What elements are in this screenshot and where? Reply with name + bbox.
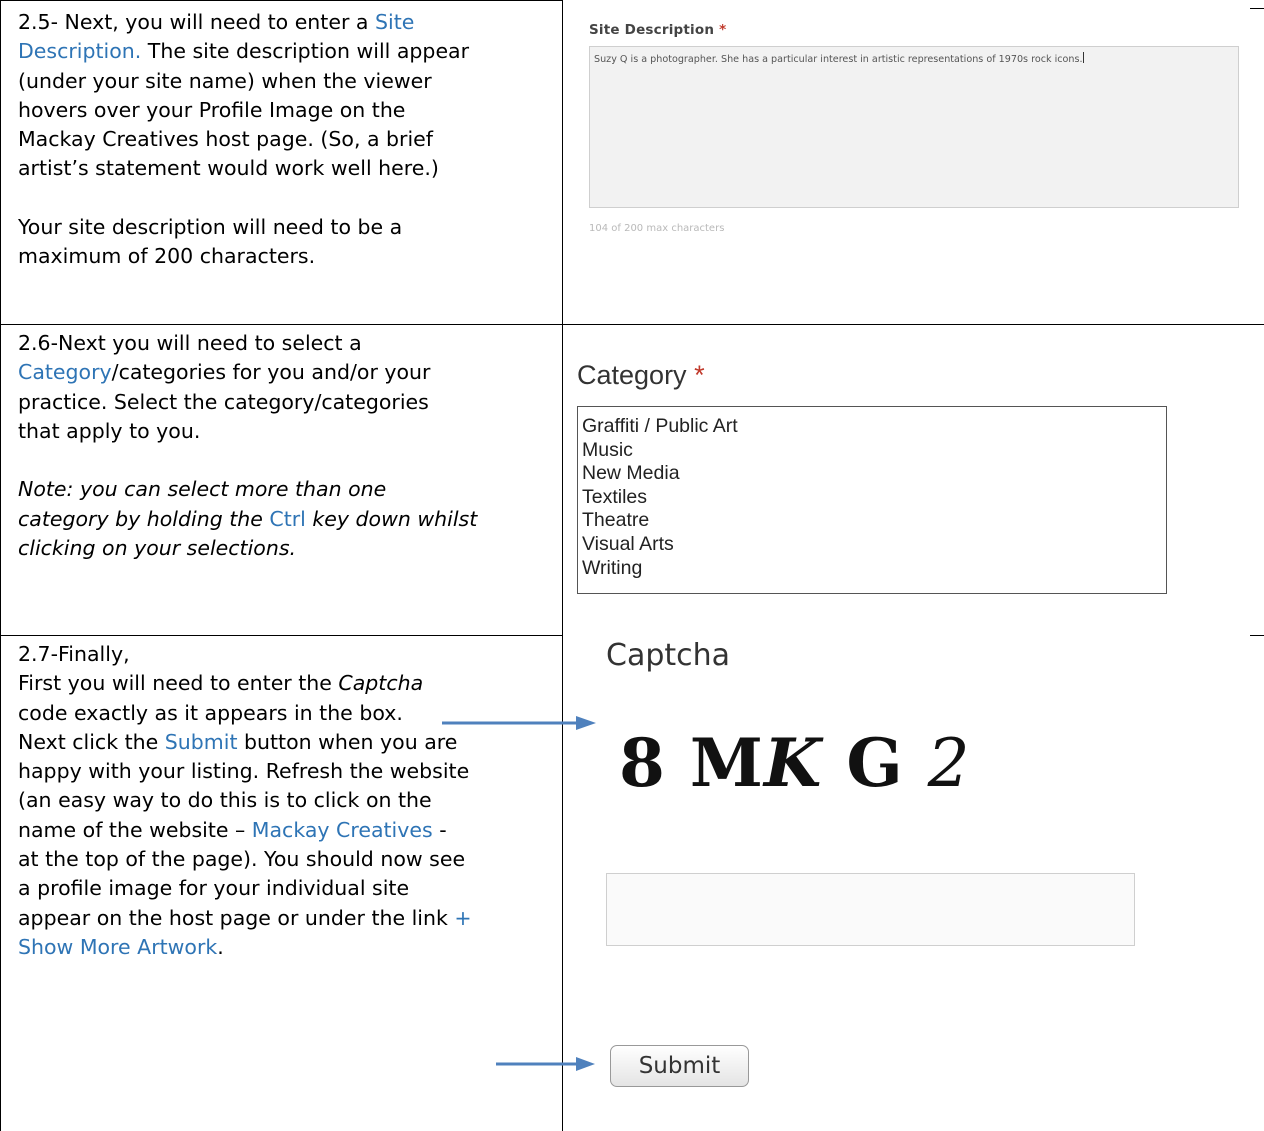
table-column-divider — [562, 0, 563, 1131]
text-line: artist’s statement would work well here.… — [18, 156, 439, 181]
table-row-divider-2 — [0, 635, 562, 636]
keyword-description: Description. — [18, 39, 142, 64]
keyword-ctrl: Ctrl — [269, 506, 306, 531]
text-line: hovers over your Profile Image on the — [18, 97, 406, 122]
text-line: button when you are — [237, 729, 458, 754]
table-border-top-left — [0, 0, 562, 1]
table-border-top-right — [1250, 8, 1264, 9]
category-option[interactable]: New Media — [582, 462, 1162, 486]
character-counter: 104 of 200 max characters — [589, 223, 725, 234]
step-2-6-text: 2.6-Next you will need to select a Categ… — [18, 329, 548, 563]
text-line: that apply to you. — [18, 418, 201, 443]
required-mark: * — [719, 22, 727, 38]
site-description-textarea[interactable]: Suzy Q is a photographer. She has a part… — [589, 46, 1239, 208]
category-option[interactable]: Visual Arts — [582, 533, 1162, 557]
note-line: category by holding the — [18, 506, 270, 531]
text-line: at the top of the page). You should now … — [18, 847, 466, 872]
text-line: (an easy way to do this is to click on t… — [18, 788, 432, 813]
arrow-to-captcha-icon — [442, 716, 596, 730]
text-line: 2.5- Next, you will need to enter a — [18, 10, 375, 34]
captcha-chars: K — [763, 724, 823, 802]
required-mark: * — [694, 360, 705, 390]
captcha-chars: 8 M — [619, 724, 764, 802]
text-line: practice. Select the category/categories — [18, 389, 429, 414]
table-row-divider-2-right — [1250, 635, 1264, 636]
category-option[interactable]: Graffiti / Public Art — [582, 415, 1162, 439]
keyword-site: Site — [374, 10, 415, 34]
text-line: - — [432, 817, 447, 842]
captcha-word: Captcha — [338, 671, 424, 696]
captcha-label: Captcha — [606, 638, 731, 673]
text-line: Your site description will need to be a — [18, 215, 403, 240]
keyword-submit: Submit — [164, 729, 238, 754]
category-option[interactable]: Textiles — [582, 486, 1162, 510]
note-line: key down whilst — [305, 506, 478, 531]
keyword-show-more-artwork: Show More Artwork — [18, 934, 218, 959]
category-option[interactable]: Music — [582, 439, 1162, 463]
text-line: appear on the host page or under the lin… — [18, 905, 455, 930]
captcha-chars: G — [822, 724, 928, 802]
text-line: Next click the — [18, 729, 165, 754]
note-line: Note: you can select more than one — [18, 477, 387, 502]
step-2-7-text: 2.7-Finally, First you will need to ente… — [18, 640, 548, 962]
text-line: /categories for you and/or your — [111, 360, 431, 385]
category-listbox[interactable]: Graffiti / Public Art Music New Media Te… — [577, 406, 1167, 594]
keyword-plus: + — [454, 905, 472, 930]
category-label-text: Category — [577, 360, 687, 390]
text-line: 2.7-Finally, — [18, 642, 130, 666]
submit-button[interactable]: Submit — [610, 1045, 749, 1087]
category-option[interactable]: Theatre — [582, 509, 1162, 533]
site-description-value: Suzy Q is a photographer. She has a part… — [594, 54, 1083, 65]
keyword-category: Category — [18, 360, 112, 385]
table-border-left — [0, 0, 1, 1131]
text-line: maximum of 200 characters. — [18, 244, 316, 269]
text-line: 2.6-Next you will need to select a — [18, 331, 362, 355]
text-line: a profile image for your individual site — [18, 876, 410, 901]
text-line: (under your site name) when the viewer — [18, 68, 432, 93]
category-option[interactable]: Writing — [582, 557, 1162, 581]
text-line: name of the website – — [18, 817, 252, 842]
step-2-5-text: 2.5- Next, you will need to enter a Site… — [18, 8, 548, 272]
text-caret — [1082, 52, 1084, 63]
arrow-to-submit-icon — [496, 1057, 595, 1071]
note-line: clicking on your selections. — [18, 536, 297, 561]
text-line: First you will need to enter the — [18, 671, 339, 696]
site-description-label: Site Description * — [589, 22, 726, 38]
site-description-label-text: Site Description — [589, 22, 715, 38]
table-row-divider-1 — [0, 324, 1264, 325]
text-line: The site description will appear — [141, 39, 470, 64]
captcha-input[interactable] — [606, 873, 1135, 946]
text-line: happy with your listing. Refresh the web… — [18, 759, 470, 784]
text-line: Mackay Creatives host page. (So, a brief — [18, 127, 434, 152]
text-line: . — [217, 934, 224, 959]
keyword-mackay-creatives: Mackay Creatives — [251, 817, 433, 842]
category-label: Category * — [577, 360, 705, 391]
captcha-chars: 2 — [927, 725, 971, 802]
captcha-code-image: 8 MK G 2 — [619, 724, 971, 802]
